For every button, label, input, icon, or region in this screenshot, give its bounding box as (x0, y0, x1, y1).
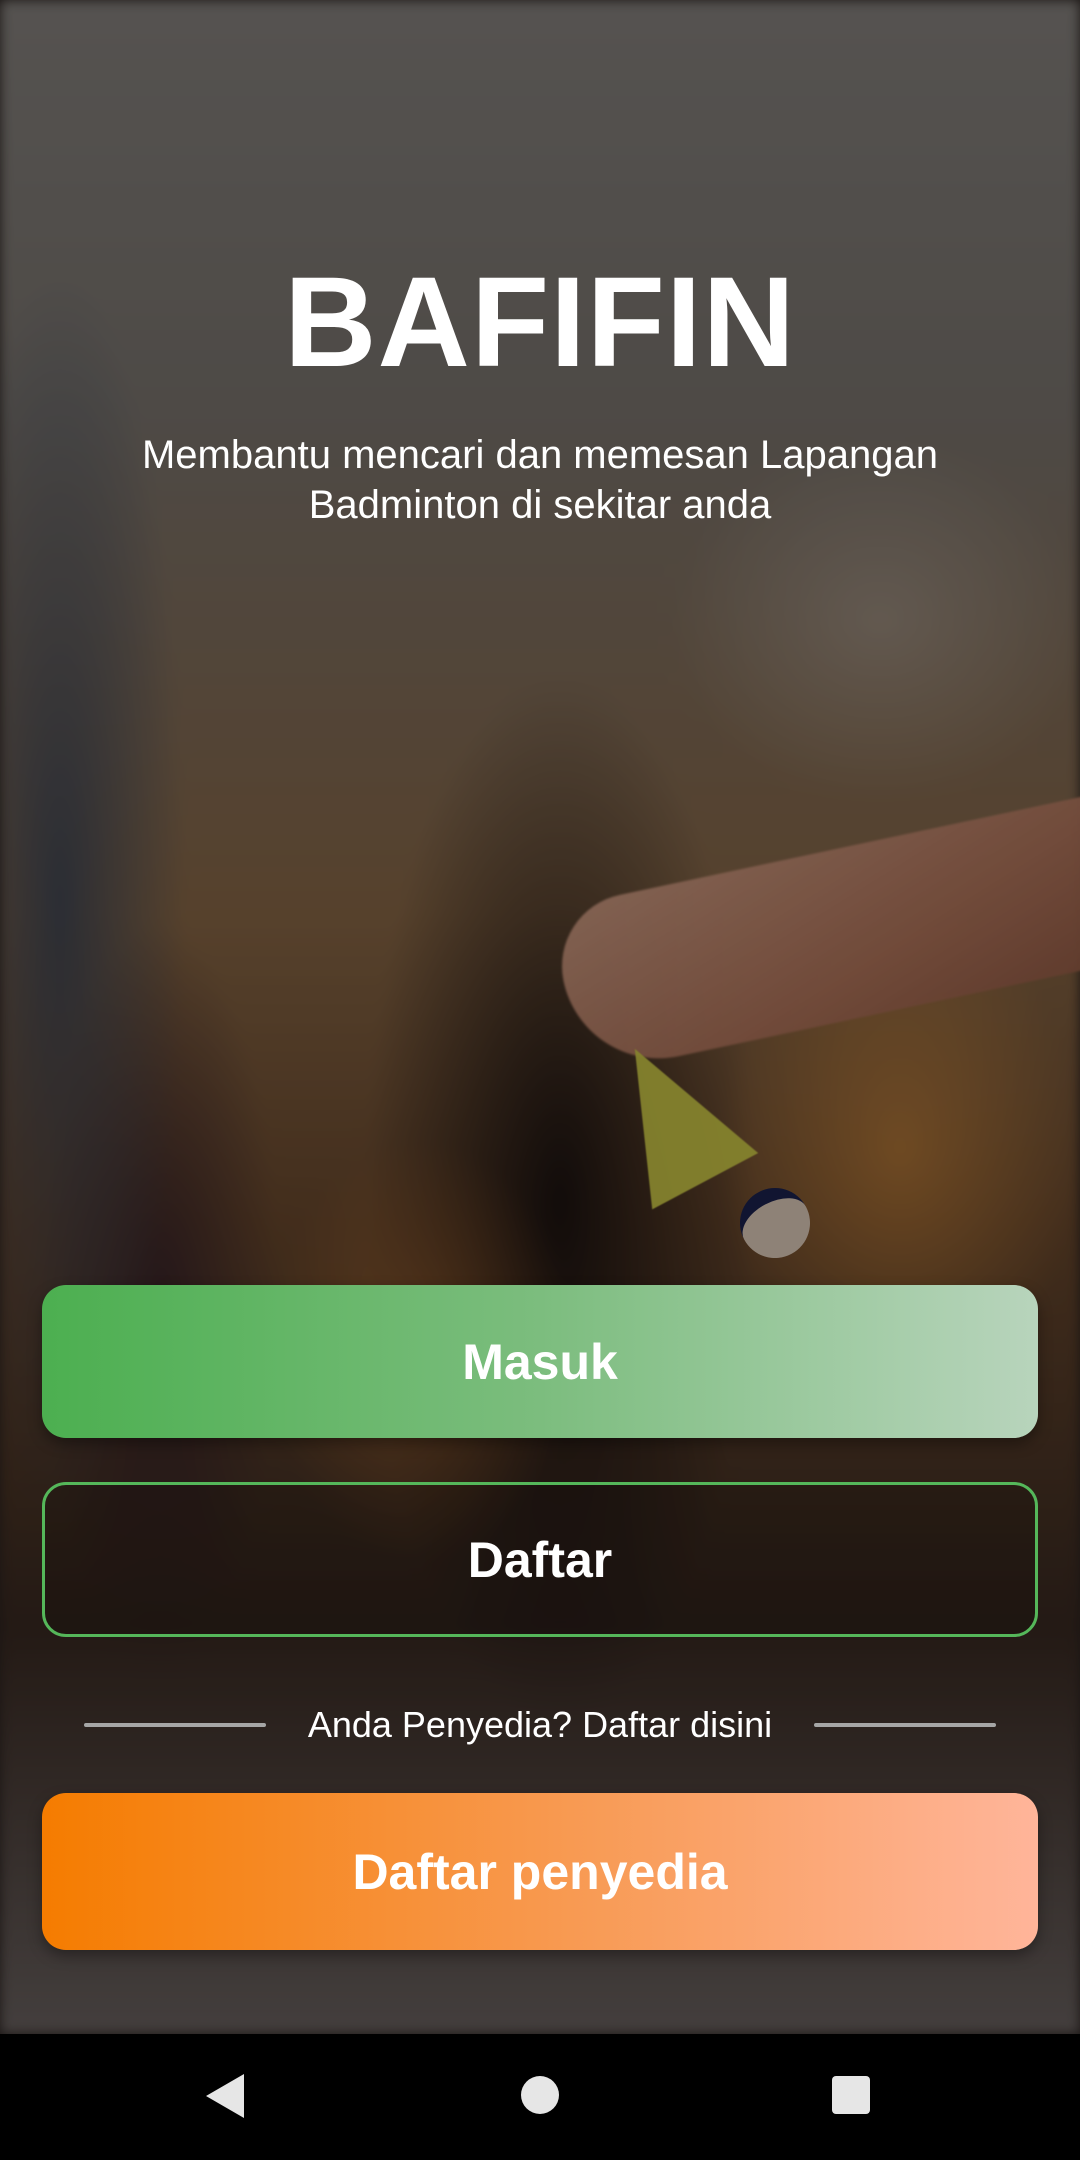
system-navigation-bar (0, 2034, 1080, 2160)
divider-line-right (813, 1723, 996, 1727)
register-button[interactable]: Daftar (42, 1482, 1038, 1637)
provider-divider: Anda Penyedia? Daftar disini (84, 1700, 996, 1750)
welcome-screen: BAFIFIN Membantu mencari dan memesan Lap… (0, 0, 1080, 2034)
divider-line-left (84, 1723, 266, 1727)
app-title: BAFIFIN (284, 251, 796, 394)
login-button[interactable]: Masuk (42, 1285, 1038, 1438)
recents-icon[interactable] (832, 2076, 870, 2114)
home-icon[interactable] (521, 2076, 559, 2114)
register-provider-button[interactable]: Daftar penyedia (42, 1793, 1038, 1950)
divider-text: Anda Penyedia? Daftar disini (307, 1704, 773, 1745)
app-subtitle: Membantu mencari dan memesan Lapangan Ba… (141, 433, 939, 527)
back-icon[interactable] (206, 2074, 244, 2118)
